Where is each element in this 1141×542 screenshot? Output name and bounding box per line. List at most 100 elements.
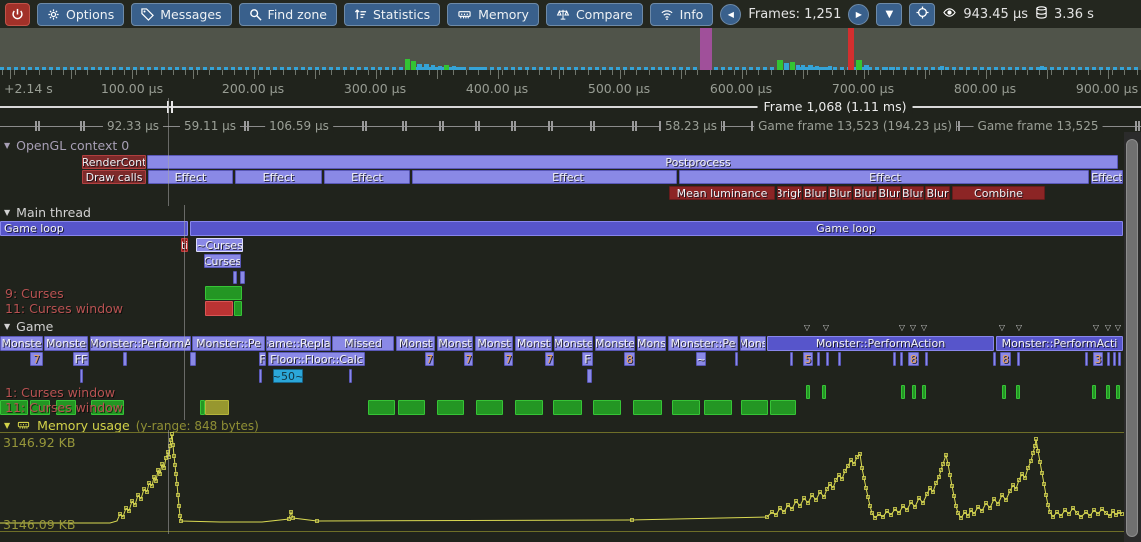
zone-bar[interactable] (770, 400, 796, 415)
message-marker-icon[interactable]: ▽ (910, 323, 916, 332)
zone-bar[interactable] (704, 400, 732, 415)
scrollbar-thumb[interactable] (1126, 139, 1138, 537)
zone-bar[interactable]: FF (73, 352, 89, 366)
frame-time-bar[interactable] (848, 28, 854, 70)
frame-time-bar[interactable] (405, 59, 410, 70)
zone-bar[interactable] (553, 400, 582, 415)
zone-bar[interactable]: Floor::Floor::Calc (268, 352, 365, 366)
zone-bar[interactable]: Postprocess (147, 155, 1118, 169)
vertical-scrollbar[interactable] (1124, 132, 1141, 542)
zone-bar[interactable]: Blur (803, 186, 827, 200)
zone-bar[interactable] (1116, 385, 1120, 399)
message-marker-icon[interactable]: ▽ (999, 323, 1005, 332)
frame-time-bar[interactable] (784, 63, 789, 70)
statistics-button[interactable]: Statistics (344, 3, 440, 26)
zone-bar[interactable]: Blur (878, 186, 901, 200)
zone-bar[interactable] (437, 400, 464, 415)
frame-marks-row[interactable]: 92.33 µs59.11 µs106.59 µs58.23 µsGame fr… (0, 117, 1141, 135)
options-button[interactable]: Options (37, 3, 124, 26)
zone-bar[interactable]: Blur (853, 186, 877, 200)
zone-bar[interactable] (672, 400, 700, 415)
zone-bar[interactable] (233, 271, 237, 284)
zone-bar[interactable]: Monst (475, 336, 513, 351)
zone-bar[interactable]: Mons (637, 336, 666, 351)
zone-bar[interactable]: RenderCont (82, 155, 146, 169)
zone-bar[interactable] (1092, 385, 1096, 399)
zone-bar[interactable]: F (259, 352, 266, 366)
message-marker-icon[interactable]: ▽ (1016, 323, 1022, 332)
zone-bar[interactable] (368, 400, 395, 415)
zone-bar[interactable] (1085, 352, 1088, 366)
zone-bar[interactable]: Monst (396, 336, 435, 351)
zone-bar[interactable]: 7 (30, 352, 43, 366)
zone-bar[interactable]: Monste (595, 336, 635, 351)
main-thread-section-header[interactable]: ▼ Main thread (4, 205, 91, 220)
zone-bar[interactable] (817, 352, 820, 366)
messages-button[interactable]: Messages (131, 3, 231, 26)
frame-label[interactable]: Frame 1,068 (1.11 ms) (758, 99, 913, 114)
frame-mark-label[interactable]: Game frame 13,525 (974, 119, 1103, 133)
zone-bar[interactable]: Effect (679, 170, 1089, 184)
zone-bar[interactable] (822, 385, 826, 399)
message-marker-icon[interactable]: ▽ (823, 323, 829, 332)
zone-bar[interactable] (1106, 385, 1110, 399)
compare-button[interactable]: Compare (546, 3, 643, 26)
zone-bar[interactable]: Monster::PerformAction (767, 336, 994, 351)
zone-bar[interactable]: ~ (696, 352, 706, 366)
zone-bar[interactable] (925, 352, 928, 366)
frame-mark-label[interactable]: 58.23 µs (661, 119, 721, 133)
zone-bar[interactable] (123, 352, 127, 366)
frame-mark-label[interactable]: Game frame 13,523 (194.23 µs) (754, 119, 956, 133)
zone-bar[interactable]: 8 (624, 352, 635, 366)
info-button[interactable]: Info (650, 3, 714, 26)
zone-bar[interactable] (80, 369, 83, 383)
zone-bar[interactable]: Monste (44, 336, 88, 351)
zone-bar[interactable] (826, 352, 829, 366)
zone-bar[interactable]: Draw calls (82, 170, 146, 184)
message-marker-icon[interactable]: ▽ (1093, 323, 1099, 332)
zone-bar[interactable]: Curses (204, 254, 241, 268)
zone-bar[interactable]: 7 (504, 352, 513, 366)
zone-bar[interactable] (838, 352, 841, 366)
power-button[interactable] (5, 3, 30, 26)
zone-bar[interactable]: Effect (235, 170, 322, 184)
zone-bar[interactable]: ~Curses (196, 238, 243, 252)
zone-bar[interactable]: Monster::PerformA (90, 336, 191, 351)
zone-bar[interactable]: Brigh (777, 186, 802, 200)
zone-bar[interactable] (1016, 385, 1020, 399)
focus-frame-button[interactable] (909, 3, 935, 26)
zone-bar[interactable]: Monster::PerformActi (996, 336, 1123, 351)
zone-bar[interactable] (1002, 385, 1006, 399)
zone-bar[interactable] (912, 385, 916, 399)
zone-bar[interactable] (205, 286, 242, 300)
zone-bar[interactable]: Monste (554, 336, 593, 351)
zone-bar[interactable]: Monst (437, 336, 473, 351)
zone-bar[interactable]: ~50~ (273, 369, 303, 383)
zone-bar[interactable] (349, 369, 352, 383)
zone-bar[interactable] (790, 352, 793, 366)
zone-bar[interactable] (515, 400, 543, 415)
zoom-out-button[interactable]: ▼ (876, 3, 902, 26)
zone-bar[interactable]: Monster::Pe (668, 336, 738, 351)
zone-bar[interactable] (1113, 352, 1116, 366)
zone-bar[interactable]: 7 (464, 352, 473, 366)
zone-bar[interactable] (993, 352, 996, 366)
zone-bar[interactable]: Monster::Pe (192, 336, 265, 351)
zone-bar[interactable]: F (582, 352, 593, 366)
zone-bar[interactable]: Combine (952, 186, 1045, 200)
frame-time-bar[interactable] (856, 60, 862, 70)
zone-bar[interactable]: 7 (545, 352, 554, 366)
zone-bar[interactable]: 7 (425, 352, 434, 366)
zone-bar[interactable] (205, 301, 233, 316)
message-marker-icon[interactable]: ▽ (921, 323, 927, 332)
next-frame-button[interactable]: ▶ (848, 4, 869, 25)
message-marker-icon[interactable]: ▽ (899, 323, 905, 332)
zone-bar[interactable]: 8 (1000, 352, 1011, 366)
zone-bar[interactable] (893, 352, 896, 366)
zone-bar[interactable]: Effect (1091, 170, 1123, 184)
frame-mark-label[interactable]: 59.11 µs (180, 119, 240, 133)
zone-bar[interactable]: Mons (740, 336, 766, 351)
memory-button[interactable]: Memory (447, 3, 539, 26)
zone-bar[interactable] (1017, 352, 1020, 366)
message-marker-icon[interactable]: ▽ (1105, 323, 1111, 332)
